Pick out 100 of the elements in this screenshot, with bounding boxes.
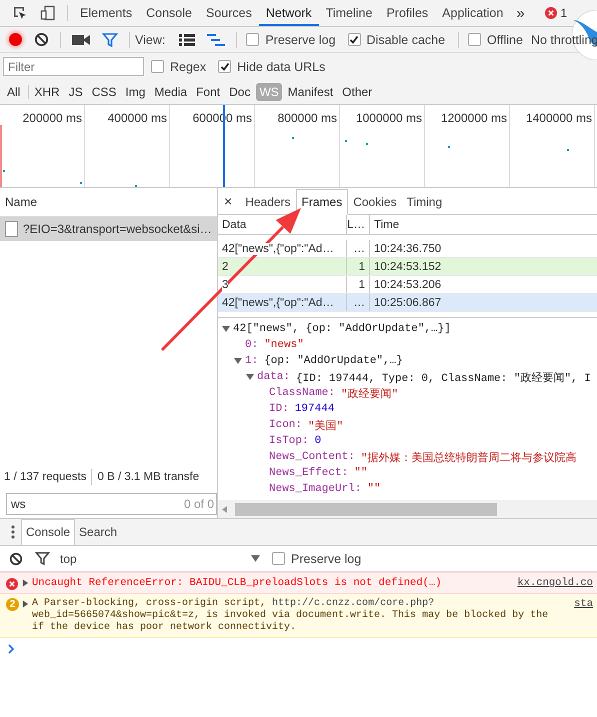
expand-triangle-icon[interactable] [22,600,29,608]
source-link[interactable]: sta [574,598,593,610]
summary-text: 1 / 137 requests [4,471,86,483]
type-filter-button[interactable]: Font [193,83,224,101]
message-text: Uncaught ReferenceError: BAIDU_CLB_preloadSlots is not defined(…) [32,577,443,590]
detail-tab[interactable]: Headers [240,190,296,214]
property-value: 42["news", {op: "AddOrUpdate",…}] [233,323,451,335]
document-icon [5,221,18,237]
property-value: 197444 [294,403,334,415]
frame-time: 10:24:53.152 [373,260,442,274]
property-value: "据外媒：美国总统特朗普周二将与参议院高 [360,450,576,464]
drawer-tab[interactable]: Search [75,520,122,545]
record-button[interactable] [9,33,22,46]
warning-count-badge: 2 [6,598,19,611]
type-filter-button[interactable]: All [4,83,24,101]
filter-icon[interactable] [102,32,118,48]
frame-row[interactable]: 3 1 10:24:53.206 [218,276,597,294]
column-header[interactable]: L… [347,215,370,234]
checkbox[interactable] [468,33,482,46]
checkbox[interactable] [272,552,285,565]
type-filter-button[interactable]: CSS [88,83,120,101]
property-value: "news" [264,339,304,351]
list-icon[interactable] [179,32,196,46]
expand-triangle-icon[interactable] [222,325,230,333]
script-link[interactable]: http://c.cnzz.com/core.php? [272,598,434,609]
checkbox-label: Disable cache [366,32,446,46]
frame-data: 42["news",{"op":"Ad… [222,296,334,308]
drawer-tab[interactable]: Console [21,519,76,545]
property-value: 0 [314,435,322,447]
request-row[interactable]: ?EIO=3&transport=websocket&si… [0,217,217,241]
frame-length: 1 [347,258,370,275]
waterfall-icon[interactable] [207,32,226,46]
summary-text: 0 B / 3.1 MB transfe [97,471,200,483]
context-dropdown[interactable]: top [56,552,268,566]
camera-icon[interactable] [72,34,90,46]
panel-tab[interactable]: Application [435,0,510,26]
panel-tab[interactable]: Timeline [318,0,380,26]
type-filter-button[interactable]: Media [151,83,190,101]
frame-data: 42["news",{"op":"Ad… [222,242,334,254]
type-filter-button[interactable]: XHR [31,83,63,101]
frame-length: … [347,294,370,311]
horizontal-scrollbar[interactable] [218,500,597,518]
type-filter-button[interactable]: Doc [226,83,254,101]
property-key: News_Content: [269,451,355,463]
filter-field[interactable]: Filter [3,57,144,76]
checkbox[interactable] [246,33,260,46]
property-key: 1: [245,355,258,367]
property-key: data: [257,371,290,383]
frame-time: 10:24:53.206 [373,278,442,292]
frame-data: 2 [222,260,228,272]
source-link[interactable]: kx.cngold.co [517,577,593,589]
property-key: Icon: [269,419,302,431]
frame-row[interactable]: 42["news",{"op":"Ad… … 10:24:36.750 [218,240,597,258]
panel-tab[interactable]: Profiles [379,0,436,26]
expand-triangle-icon[interactable] [246,373,254,381]
time-tick-label: 1400000 ms [526,111,592,125]
detail-tab[interactable]: Frames [296,189,348,215]
expand-triangle-icon[interactable] [234,357,242,365]
column-header[interactable]: Time [370,215,597,234]
detail-tab[interactable]: Timing [402,190,448,214]
property-value: "" [354,467,368,479]
inspect-icon[interactable] [12,5,28,21]
caret-icon [251,555,260,562]
type-filter-button[interactable]: Manifest [284,83,336,101]
checkbox[interactable] [218,60,232,73]
clear-icon[interactable] [34,32,49,47]
detail-tab[interactable]: Cookies [348,190,402,214]
frame-row[interactable]: 42["news",{"op":"Ad… … 10:25:06.867 [218,294,597,312]
panel-tab[interactable]: Sources [198,0,259,26]
checkbox[interactable] [348,33,361,46]
panel-tab[interactable]: Elements [73,0,140,26]
property-value: "" [367,483,381,495]
frame-time: 10:24:36.750 [373,242,442,256]
frame-row[interactable]: 2 1 10:24:53.152 [218,258,597,276]
property-key: 0: [245,339,258,351]
frame-data: 3 [222,278,228,290]
menu-icon[interactable] [11,525,15,539]
search-field[interactable]: ws 0 of 0 [6,493,217,515]
error-count[interactable]: 1 [560,6,567,20]
expand-triangle-icon[interactable] [22,579,29,587]
property-key: IsTop: [269,435,309,447]
time-tick-label: 200000 ms [22,111,82,125]
filter-icon[interactable] [35,551,50,566]
property-key: News_Effect: [269,467,348,479]
request-name: ?EIO=3&transport=websocket&si… [23,222,212,236]
device-icon[interactable] [40,5,56,21]
error-icon [545,7,558,19]
panel-tab[interactable]: Console [139,0,199,26]
message-text: A Parser-blocking, cross-origin script, http://c.cnzz.com/core.php? web_id=5665074&show=pic&t=z, is invoked via document.write. This may be blocked by the if the device has poor network connectivity. [32,598,550,634]
type-filter-button[interactable]: Img [122,83,148,101]
prompt-chevron-icon[interactable] [8,644,14,654]
more-tabs-button[interactable]: » [510,4,531,22]
checkbox[interactable] [151,60,164,73]
type-filter-button[interactable]: Other [339,83,376,101]
type-filter-button[interactable]: JS [66,83,86,101]
close-button[interactable]: × [224,193,232,209]
frame-length: 1 [347,276,370,293]
clear-icon[interactable] [9,552,23,566]
frame-length: … [347,240,370,257]
property-value: {op: "AddOrUpdate",…} [264,355,403,367]
